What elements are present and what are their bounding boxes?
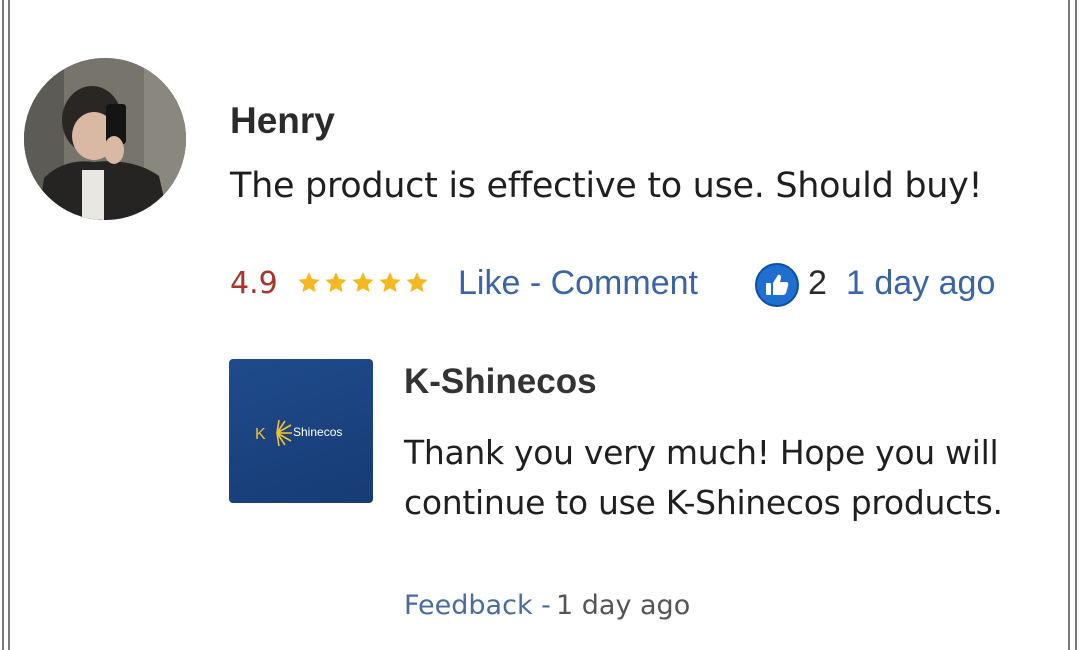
frame-border-right-outer	[1075, 0, 1077, 650]
like-count: 2	[808, 264, 827, 302]
review-text: The product is effective to use. Should …	[230, 166, 983, 206]
review-author[interactable]: Henry	[230, 100, 335, 142]
star-rating	[296, 270, 430, 296]
like-comment-link[interactable]: Like - Comment	[458, 264, 698, 303]
reply-meta: Feedback - 1 day ago	[404, 590, 690, 621]
review-time: 1 day ago	[846, 264, 996, 302]
svg-text:K: K	[255, 426, 266, 443]
star-icon	[379, 272, 401, 293]
user-photo-illustration	[24, 58, 186, 220]
rating-value: 4.9	[230, 266, 278, 301]
reply-time: 1 day ago	[556, 590, 691, 621]
reply-author[interactable]: K-Shinecos	[404, 362, 597, 402]
frame-border-right-inner	[1068, 0, 1070, 650]
feedback-link[interactable]: Feedback -	[404, 590, 551, 621]
star-icon	[352, 272, 374, 293]
logo-wordmark: Shinecos	[293, 425, 343, 439]
star-icon	[406, 272, 428, 293]
frame-border-left-outer	[2, 0, 4, 650]
thumbs-up-icon[interactable]	[754, 262, 800, 308]
star-icon	[298, 272, 320, 293]
avatar[interactable]	[24, 58, 186, 220]
reply-text: Thank you very much! Hope you will conti…	[404, 433, 1003, 522]
star-icon	[325, 272, 347, 293]
frame-border-left-inner	[8, 0, 10, 650]
review-meta-row: 4.9 Like - Comment 2 1 day ago	[230, 262, 1050, 308]
